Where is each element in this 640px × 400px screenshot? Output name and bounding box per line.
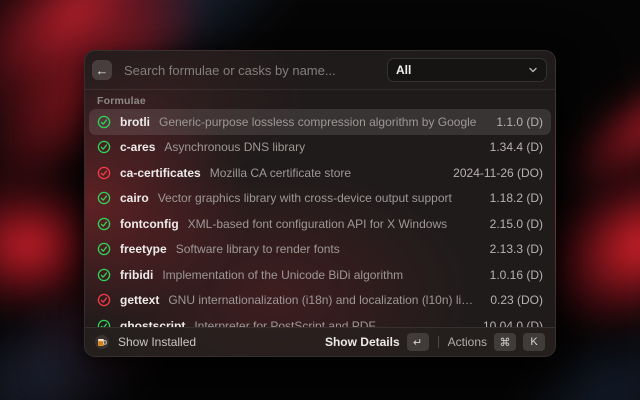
- formula-version: 0.23 (DO): [490, 293, 543, 307]
- footer-divider: [438, 336, 439, 348]
- list-item[interactable]: brotli Generic-purpose lossless compressi…: [89, 109, 551, 135]
- actions-button[interactable]: Actions: [448, 335, 487, 349]
- formula-name: cairo: [120, 191, 149, 205]
- command-key-badge: ⌘: [494, 333, 516, 351]
- formula-name: fontconfig: [120, 217, 179, 231]
- formula-name: fribidi: [120, 268, 153, 282]
- homebrew-beer-icon: [95, 335, 109, 349]
- k-key-badge: K: [523, 333, 545, 351]
- list-item[interactable]: ghostscript Interpreter for PostScript an…: [89, 313, 551, 327]
- chevron-down-icon: [528, 65, 538, 75]
- formula-version: 2024-11-26 (DO): [453, 166, 543, 180]
- formula-name: ghostscript: [120, 319, 185, 327]
- return-key-badge: ↵: [407, 333, 429, 351]
- check-circle-icon: [97, 242, 111, 256]
- check-circle-icon: [97, 140, 111, 154]
- footer-actions: Show Details ↵ Actions ⌘ K: [325, 333, 545, 351]
- formula-name: gettext: [120, 293, 159, 307]
- rows-container: brotli Generic-purpose lossless compressi…: [85, 109, 555, 327]
- section-header: Formulae: [85, 89, 555, 109]
- check-circle-icon: [97, 293, 111, 307]
- filter-selected-value: All: [396, 63, 528, 77]
- back-button[interactable]: ←: [92, 60, 112, 80]
- check-circle-icon: [97, 319, 111, 327]
- launcher-window: ← All Formulae brotli Generic-purpose los…: [84, 50, 556, 357]
- formula-version: 1.1.0 (D): [496, 115, 543, 129]
- formula-version: 2.13.3 (D): [490, 242, 543, 256]
- list-item[interactable]: c-ares Asynchronous DNS library 1.34.4 (D): [89, 135, 551, 161]
- show-installed-label[interactable]: Show Installed: [118, 335, 196, 349]
- list-item[interactable]: fontconfig XML-based font configuration A…: [89, 211, 551, 237]
- show-details-button[interactable]: Show Details: [325, 335, 400, 349]
- formula-description: Interpreter for PostScript and PDF: [194, 319, 466, 327]
- check-circle-icon: [97, 115, 111, 129]
- formula-description: Vector graphics library with cross-devic…: [158, 191, 473, 205]
- list-item[interactable]: fribidi Implementation of the Unicode BiD…: [89, 262, 551, 288]
- formula-version: 2.15.0 (D): [490, 217, 543, 231]
- list-item[interactable]: gettext GNU internationalization (i18n) a…: [89, 288, 551, 314]
- formula-description: Mozilla CA certificate store: [210, 166, 436, 180]
- formula-name: ca-certificates: [120, 166, 201, 180]
- formula-description: Generic-purpose lossless compression alg…: [159, 115, 479, 129]
- formula-version: 10.04.0 (D): [483, 319, 543, 327]
- search-bar: ← All: [85, 51, 555, 90]
- formula-description: XML-based font configuration API for X W…: [188, 217, 473, 231]
- check-circle-icon: [97, 166, 111, 180]
- results-list: Formulae brotli Generic-purpose lossless …: [85, 89, 555, 327]
- formula-name: freetype: [120, 242, 167, 256]
- check-circle-icon: [97, 268, 111, 282]
- check-circle-icon: [97, 217, 111, 231]
- formula-name: c-ares: [120, 140, 155, 154]
- formula-name: brotli: [120, 115, 150, 129]
- footer-bar: Show Installed Show Details ↵ Actions ⌘ …: [85, 327, 555, 356]
- formula-description: Implementation of the Unicode BiDi algor…: [162, 268, 472, 282]
- formula-version: 1.34.4 (D): [490, 140, 543, 154]
- filter-dropdown[interactable]: All: [387, 58, 547, 82]
- back-arrow-icon: ←: [96, 64, 109, 77]
- formula-description: Software library to render fonts: [176, 242, 473, 256]
- formula-description: Asynchronous DNS library: [164, 140, 472, 154]
- formula-version: 1.18.2 (D): [490, 191, 543, 205]
- formula-description: GNU internationalization (i18n) and loca…: [168, 293, 473, 307]
- check-circle-icon: [97, 191, 111, 205]
- formula-version: 1.0.16 (D): [490, 268, 543, 282]
- desktop: { "colors": { "green": "#31d15b", "red":…: [0, 0, 640, 400]
- list-item[interactable]: cairo Vector graphics library with cross-…: [89, 186, 551, 212]
- list-item[interactable]: ca-certificates Mozilla CA certificate st…: [89, 160, 551, 186]
- search-input[interactable]: [122, 62, 387, 79]
- list-item[interactable]: freetype Software library to render fonts…: [89, 237, 551, 263]
